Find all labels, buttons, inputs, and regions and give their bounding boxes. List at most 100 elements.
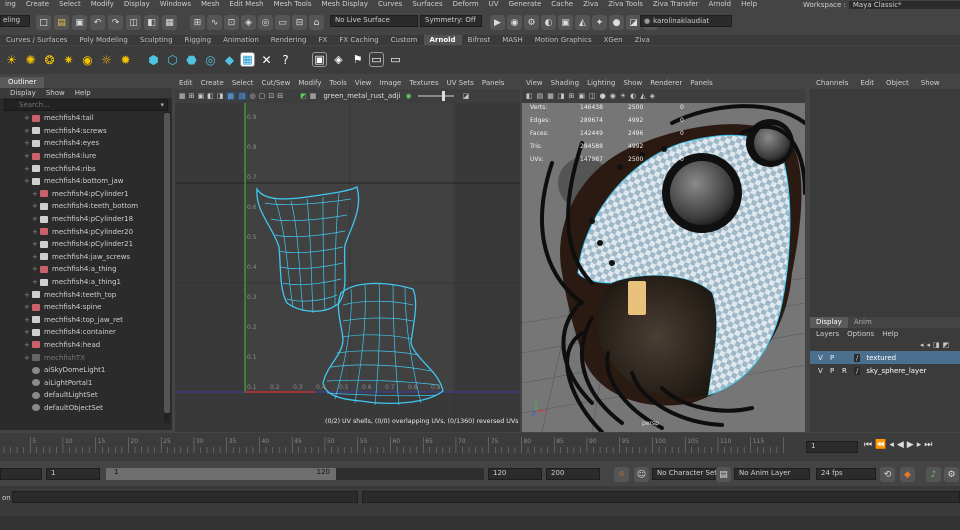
select-object-icon[interactable]: ◧: [144, 15, 159, 30]
menu-ziva[interactable]: Ziva: [578, 0, 603, 9]
textured-icon[interactable]: ◉: [610, 92, 616, 100]
prefs-icon[interactable]: ⚙: [944, 467, 959, 482]
shelf-tab-fx[interactable]: FX: [313, 35, 334, 45]
uv-menu-panels[interactable]: Panels: [478, 79, 509, 87]
start-frame-field[interactable]: [0, 468, 42, 480]
outliner-item[interactable]: + mechfish4:pCylinder18: [24, 213, 172, 226]
go-end-icon[interactable]: ⏭: [924, 440, 932, 450]
checker-icon[interactable]: ▦: [310, 92, 317, 100]
uv-menu-edit[interactable]: Edit: [175, 79, 197, 87]
photometric-light-icon[interactable]: ✷: [61, 52, 76, 67]
perspective-viewport[interactable]: View Shading Lighting Show Renderer Panels ◧ …: [522, 77, 805, 432]
current-frame-field[interactable]: 1: [806, 441, 858, 453]
volume-icon[interactable]: ⬡: [165, 52, 180, 67]
shelf-tab-bifrost[interactable]: Bifrost: [462, 35, 497, 45]
layer-color-icon[interactable]: /: [854, 366, 861, 375]
snap-point-icon[interactable]: ⊡: [224, 15, 239, 30]
channel-menu-object[interactable]: Object: [886, 79, 909, 87]
search-dropdown-icon[interactable]: ▾: [160, 101, 167, 109]
menu-select[interactable]: Select: [54, 0, 86, 9]
uv-tool-icon-5[interactable]: ◨: [217, 92, 224, 100]
uv-menu-image[interactable]: Image: [375, 79, 405, 87]
channel-menu-channels[interactable]: Channels: [816, 79, 848, 87]
texture-name-field[interactable]: green_metal_rust_adji: [323, 92, 400, 100]
expand-icon[interactable]: +: [24, 177, 32, 185]
keyframe-icon[interactable]: ◆: [900, 467, 915, 482]
symmetry-field[interactable]: Symmetry: Off: [420, 15, 482, 27]
outliner-item[interactable]: + mechfish4:pCylinder1: [24, 188, 172, 201]
shelf-tab-xgen[interactable]: XGen: [598, 35, 629, 45]
exposure-icon[interactable]: ◉: [406, 92, 412, 100]
render-view-icon[interactable]: ▣: [558, 15, 573, 30]
menu-uv[interactable]: UV: [484, 0, 504, 9]
viewport-menu-lighting[interactable]: Lighting: [583, 79, 619, 87]
anim-layer-icon[interactable]: ▤: [716, 467, 731, 482]
outliner-search[interactable]: ▾: [4, 99, 168, 111]
playback-start-field[interactable]: 1: [46, 468, 100, 480]
layer-up-icon[interactable]: ◂: [920, 341, 924, 349]
outliner-item[interactable]: + mechfish4:pCylinder20: [24, 225, 172, 238]
layer-toggle-v[interactable]: V: [818, 354, 824, 362]
new-scene-icon[interactable]: □: [36, 15, 51, 30]
playblast-icon[interactable]: ▭: [369, 52, 384, 67]
menu-ziva-tools[interactable]: Ziva Tools: [603, 0, 648, 9]
outliner-item[interactable]: + mechfish4:screws: [24, 125, 172, 138]
physical-sky-icon[interactable]: ✹: [118, 52, 133, 67]
outliner-search-input[interactable]: [5, 101, 145, 109]
layer-color-icon[interactable]: /: [854, 353, 861, 362]
grid-toggle-icon[interactable]: ⊞: [569, 92, 575, 100]
workspace-selector[interactable]: Workspace : Maya Classic*: [800, 0, 960, 10]
viewport-menu-panels[interactable]: Panels: [686, 79, 717, 87]
outliner-item[interactable]: + mechfish4:top_jaw_ret: [24, 314, 172, 327]
uv-tool-icon-6[interactable]: ▩: [226, 92, 235, 100]
uv-menu-textures[interactable]: Textures: [405, 79, 442, 87]
shelf-tab-fx-caching[interactable]: FX Caching: [333, 35, 384, 45]
uv-menu-select[interactable]: Select: [228, 79, 258, 87]
live-surface-field[interactable]: No Live Surface: [330, 15, 418, 27]
outliner-menu-help[interactable]: Help: [75, 89, 91, 97]
expand-icon[interactable]: +: [32, 190, 40, 198]
menu-display[interactable]: Display: [119, 0, 155, 9]
outliner-item[interactable]: + mechfish4:ribs: [24, 162, 172, 175]
menu-deform[interactable]: Deform: [448, 0, 484, 9]
outliner-item[interactable]: + mechfish4:tail: [24, 112, 172, 125]
snap-live-icon[interactable]: ◎: [258, 15, 273, 30]
outliner-item[interactable]: + mechfish4:jaw_screws: [24, 251, 172, 264]
wireframe-icon[interactable]: ◫: [589, 92, 596, 100]
license-icon[interactable]: ✕: [259, 52, 274, 67]
expand-icon[interactable]: +: [32, 253, 40, 261]
menu-generate[interactable]: Generate: [504, 0, 547, 9]
viewport-menu-show[interactable]: Show: [619, 79, 646, 87]
expand-icon[interactable]: +: [24, 127, 32, 135]
play-forward-icon[interactable]: ▶: [907, 440, 914, 450]
curve-collector-icon[interactable]: ⬣: [184, 52, 199, 67]
menu-cache[interactable]: Cache: [546, 0, 578, 9]
expand-icon[interactable]: +: [24, 291, 32, 299]
layer-tab-anim[interactable]: Anim: [848, 317, 878, 328]
uv-tool-icon-11[interactable]: ⊟: [277, 92, 283, 100]
layer-toggle-r[interactable]: R: [842, 367, 848, 375]
viewport-menu-view[interactable]: View: [522, 79, 547, 87]
shelf-tab-sculpting[interactable]: Sculpting: [134, 35, 179, 45]
shadows-icon[interactable]: ◐: [630, 92, 636, 100]
user-account-menu[interactable]: ● karolinaklaudiat: [640, 15, 732, 27]
light-portal-icon[interactable]: ☼: [99, 52, 114, 67]
image-display-icon[interactable]: ◩: [300, 92, 307, 100]
arnold-render-icon[interactable]: ☀: [4, 52, 19, 67]
mel-input[interactable]: [12, 491, 358, 503]
skydome-light-icon[interactable]: ◉: [80, 52, 95, 67]
uv-tool-icon-9[interactable]: ▢: [259, 92, 266, 100]
outliner-item[interactable]: aiLightPortal1: [24, 376, 172, 389]
menu-arnold[interactable]: Arnold: [703, 0, 736, 9]
expand-icon[interactable]: +: [24, 341, 32, 349]
outliner-item[interactable]: aiSkyDomeLight1: [24, 364, 172, 377]
step-forward-icon[interactable]: ▸: [917, 440, 922, 450]
outliner-item[interactable]: defaultObjectSet: [24, 402, 172, 415]
range-slider[interactable]: 1 120: [106, 468, 484, 480]
uv-tool-icon-7[interactable]: ▤: [238, 92, 247, 100]
snap-curve-icon[interactable]: ∿: [207, 15, 222, 30]
menu-windows[interactable]: Windows: [155, 0, 196, 9]
expand-icon[interactable]: +: [24, 354, 32, 362]
outliner-item[interactable]: defaultLightSet: [24, 389, 172, 402]
step-back-icon[interactable]: ◂: [889, 440, 894, 450]
